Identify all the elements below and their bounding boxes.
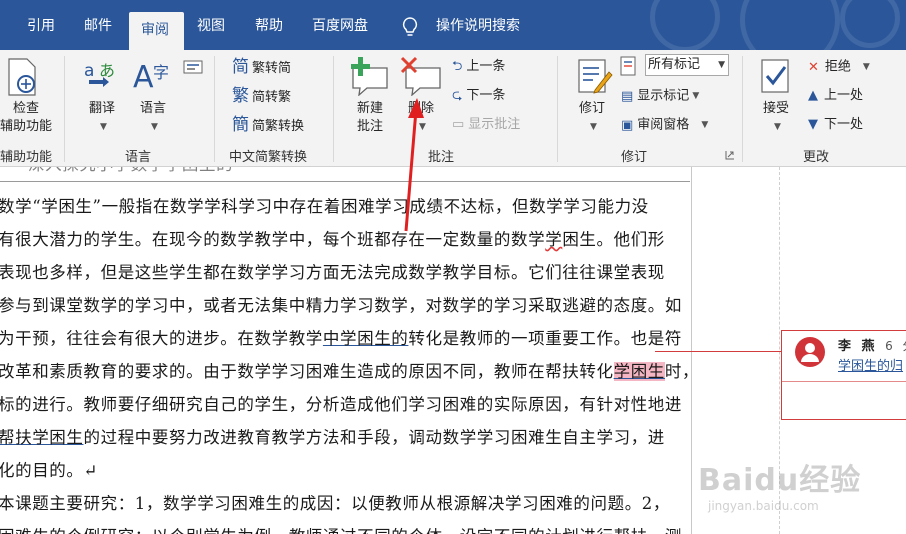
group-label-language: 语言 bbox=[125, 150, 152, 165]
convert-icon: 繁 bbox=[232, 86, 249, 106]
tab-mailings[interactable]: 邮件 bbox=[84, 13, 112, 39]
show-markup-icon: ▤ bbox=[621, 88, 634, 104]
show-comments-icon: ▭ bbox=[452, 117, 465, 132]
doc-line: 有很大潜力的学生。在现今的数学教学中，每个班都存在一定数量的数学学困生。他们形 bbox=[0, 230, 665, 249]
baidu-watermark: Baidu经验 jingyan.baidu.com bbox=[698, 463, 862, 513]
accept-button[interactable]: 接受 ▼ bbox=[758, 100, 794, 137]
check-accessibility-icon bbox=[8, 58, 36, 96]
group-label-changes: 更改 bbox=[803, 150, 830, 165]
comment-author: 李 燕 6 分 bbox=[838, 335, 906, 354]
check-accessibility-button[interactable]: 检查 辅助功能 bbox=[0, 100, 52, 136]
group-label-comments: 批注 bbox=[428, 150, 455, 165]
convert-icon: 簡 bbox=[232, 115, 249, 135]
show-comments-button[interactable]: ▭ 显示批注 bbox=[452, 115, 520, 135]
previous-comment-button[interactable]: ⮌ 上一条 bbox=[452, 57, 505, 77]
doc-line: 困难生的个例研究：以个别学生为例，教师通过不同的个体，设定不同的计划进行帮扶。测 bbox=[0, 523, 682, 534]
reviewing-pane-button[interactable]: ▣ 审阅窗格 ▼ bbox=[621, 115, 708, 135]
chinese-conversion-button[interactable]: 簡简繁转换 bbox=[232, 115, 304, 135]
group-separator bbox=[214, 56, 215, 162]
group-separator bbox=[557, 56, 558, 162]
svg-text:あ: あ bbox=[99, 61, 115, 80]
annotation-arrow bbox=[404, 98, 424, 232]
comment-time: 6 分 bbox=[885, 339, 906, 353]
previous-change-icon: ▲ bbox=[808, 88, 818, 103]
language-icon: A 字 bbox=[133, 60, 169, 94]
group-label-tracking: 修订 bbox=[621, 150, 648, 165]
doc-line: 标的进行。教师要仔细研究自己的学生，分析造成他们学习困难的实际原因，有针对性地进 bbox=[0, 395, 682, 414]
language-button[interactable]: 语言 ▼ bbox=[133, 100, 173, 137]
next-change-icon: ▼ bbox=[808, 117, 818, 132]
doc-line: 帮扶学困生的过程中要努力改进教育教学方法和手段，调动数学学习困难生自主学习，进 bbox=[0, 428, 665, 447]
reject-icon: ✕ bbox=[808, 59, 819, 75]
new-comment-button[interactable]: 新建 批注 bbox=[348, 100, 392, 136]
chevron-down-icon: ▼ bbox=[718, 60, 725, 70]
svg-text:字: 字 bbox=[153, 63, 169, 82]
doc-line: 改革和素质教育的要求的。由于数学学习困难生造成的原因不同，教师在帮扶转化学困生时… bbox=[0, 362, 700, 381]
ribbon-review: 检查 辅助功能 辅助功能 a あ 翻译 ▼ A 字 语言 ▼ 语言 简繁转简 繁… bbox=[0, 50, 906, 167]
doc-line: 本课题主要研究：1，数学学习困难生的成因：以便教师从根源解决学习困难的问题。2， bbox=[0, 494, 670, 513]
delete-comment-icon bbox=[400, 56, 441, 96]
track-changes-button[interactable]: 修订 ▼ bbox=[574, 100, 610, 137]
comment-divider bbox=[782, 381, 906, 382]
tab-references[interactable]: 引用 bbox=[27, 13, 55, 39]
doc-line: 数学“学困生”一般指在数学学科学习中存在着困难学习成绩不达标，但数学学习能力没 bbox=[0, 197, 649, 216]
comment-balloon[interactable]: 李 燕 6 分 学困生的归 bbox=[781, 330, 906, 420]
tab-help[interactable]: 帮助 bbox=[255, 13, 283, 39]
reviewing-pane-icon: ▣ bbox=[621, 117, 634, 133]
svg-text:A: A bbox=[133, 60, 154, 94]
word-count-icon[interactable] bbox=[183, 60, 203, 74]
doc-line: 化的目的。↵ bbox=[0, 461, 98, 480]
tab-review[interactable]: 审阅 bbox=[129, 12, 184, 50]
group-label-chinese-conversion: 中文简繁转换 bbox=[229, 150, 308, 165]
tab-view[interactable]: 视图 bbox=[197, 13, 225, 39]
next-change-button[interactable]: ▼ 下一处 bbox=[808, 115, 863, 135]
document-area[interactable]: 深入探究小学数学学困生的 数学“学困生”一般指在数学学科学习中存在着困难学习成绩… bbox=[0, 167, 906, 534]
doc-line: 表现也多样，但是这些学生都在数学学习方面无法完成数学教学目标。它们往往课堂表现 bbox=[0, 263, 665, 282]
decor-circle bbox=[740, 0, 840, 50]
next-comment-button[interactable]: ⮎ 下一条 bbox=[452, 86, 505, 106]
dialog-launcher-icon[interactable] bbox=[725, 150, 735, 160]
tab-baidu-netdisk[interactable]: 百度网盘 bbox=[312, 13, 368, 39]
tell-me-search[interactable]: 操作说明搜索 bbox=[436, 13, 520, 39]
group-separator bbox=[333, 56, 334, 162]
tracked-insertion[interactable]: 中学困生的 bbox=[323, 329, 409, 348]
decor-circle bbox=[650, 0, 720, 50]
doc-line: 为干预，往往会有很大的进步。在数学教学中学困生的转化是教师的一项重要工作。也是符 bbox=[0, 329, 683, 348]
accept-change-icon bbox=[761, 59, 789, 93]
spelling-error-mark: 学 bbox=[545, 230, 563, 249]
previous-change-button[interactable]: ▲ 上一处 bbox=[808, 86, 863, 106]
previous-comment-icon: ⮌ bbox=[452, 59, 463, 74]
avatar bbox=[795, 337, 825, 367]
doc-line: 深入探究小学数学学困生的 bbox=[28, 167, 233, 175]
track-changes-icon bbox=[578, 59, 613, 94]
next-comment-icon: ⮎ bbox=[452, 88, 463, 103]
page-top-border bbox=[0, 181, 690, 182]
translate-icon: a あ bbox=[84, 61, 115, 87]
comment-text[interactable]: 学困生的归 bbox=[838, 355, 903, 374]
simplified-to-traditional-button[interactable]: 繁简转繁 bbox=[232, 86, 291, 106]
translate-button[interactable]: 翻译 ▼ bbox=[82, 100, 122, 137]
svg-text:a: a bbox=[84, 61, 94, 81]
markup-display-select[interactable]: 所有标记 ▼ bbox=[645, 54, 729, 76]
ribbon-tab-bar: 引用 邮件 审阅 视图 帮助 百度网盘 操作说明搜索 bbox=[0, 0, 906, 50]
tracked-insertion[interactable]: 帮扶学困生 bbox=[0, 428, 84, 447]
decor-circle bbox=[840, 0, 900, 48]
comment-connector-line bbox=[655, 351, 781, 352]
show-markup-button[interactable]: ▤ 显示标记 ▼ bbox=[621, 86, 699, 106]
new-comment-icon bbox=[351, 57, 388, 96]
convert-icon: 简 bbox=[232, 57, 249, 77]
commented-text[interactable]: 学困生 bbox=[613, 362, 665, 381]
document-page[interactable]: 深入探究小学数学学困生的 数学“学困生”一般指在数学学科学习中存在着困难学习成绩… bbox=[0, 167, 699, 534]
group-separator bbox=[742, 56, 743, 162]
reject-button[interactable]: ✕ 拒绝 ▼ bbox=[808, 57, 870, 77]
group-label-accessibility: 辅助功能 bbox=[0, 150, 53, 165]
doc-line: 参与到课堂数学的学习中，或者无法集中精力学习数学，对数学的学习采取逃避的态度。如 bbox=[0, 296, 682, 315]
lightbulb-icon[interactable] bbox=[402, 17, 418, 39]
markup-display-icon bbox=[620, 56, 636, 76]
traditional-to-simplified-button[interactable]: 简繁转简 bbox=[232, 57, 291, 77]
group-separator bbox=[64, 56, 65, 162]
user-icon bbox=[801, 343, 819, 362]
